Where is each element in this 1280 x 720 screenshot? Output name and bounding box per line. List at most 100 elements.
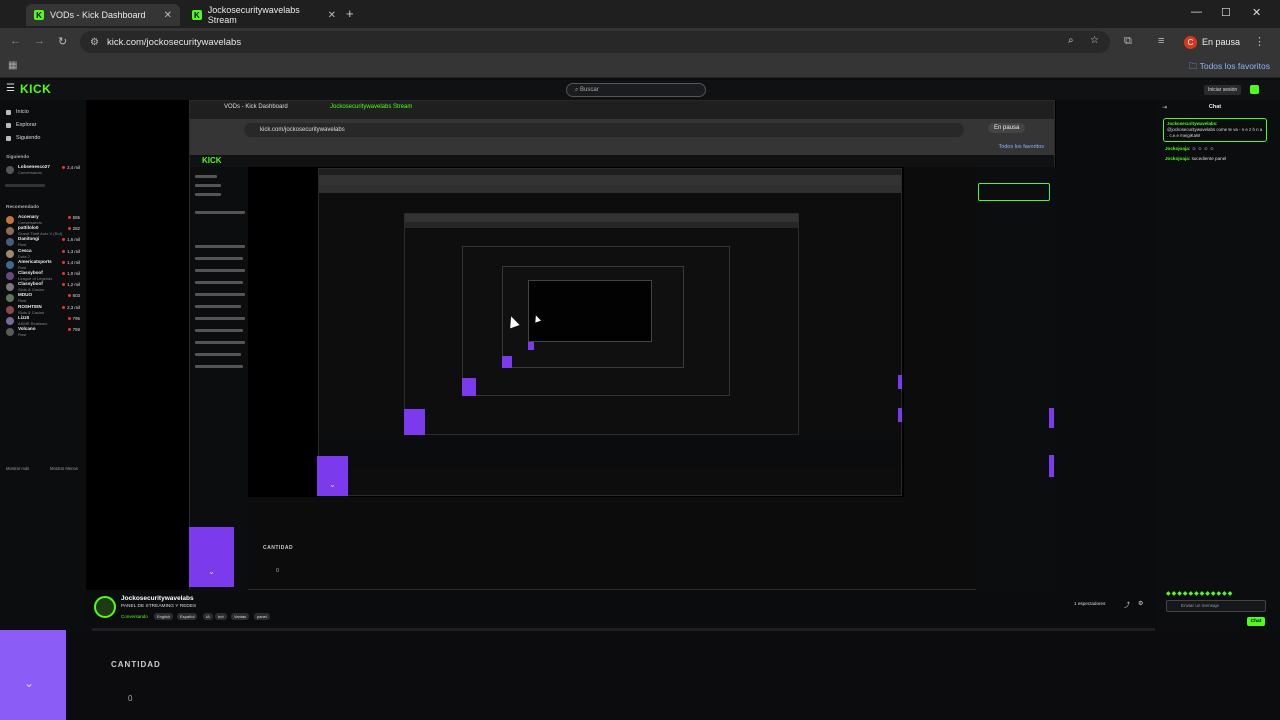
compass-icon <box>6 122 11 128</box>
nested-cantidad-label: CANTIDAD <box>263 545 294 551</box>
share-icon[interactable]: ⤴ <box>1124 600 1130 609</box>
mirrored-line <box>195 184 221 187</box>
chat-input[interactable]: Enviar un mensaje <box>1166 600 1266 612</box>
channel-name: Accenary <box>18 214 39 219</box>
tag-english[interactable]: English <box>154 613 174 620</box>
channel-item[interactable]: Americatsports Rust 1,4 mil <box>6 259 82 271</box>
reload-icon[interactable]: ↻ <box>58 35 67 48</box>
mirrored-tab-bar: VODs - Kick Dashboard Jockosecuritywavel… <box>190 101 1054 119</box>
chat-username[interactable]: Jockosecuritywavelabs: <box>1167 121 1218 126</box>
mirrored-line <box>195 293 245 296</box>
site-settings-icon[interactable]: ⚙ <box>90 37 99 48</box>
chat-send-button[interactable]: Chat <box>1247 617 1265 626</box>
forward-icon[interactable]: → <box>34 35 45 47</box>
apps-grid-icon[interactable]: ▦ <box>8 60 17 71</box>
nested-collapse-panel: ⌄ <box>317 456 348 496</box>
all-bookmarks-link[interactable]: 🗀 Todos los favoritos <box>1189 61 1270 75</box>
show-more-link[interactable]: Mostrar más <box>6 466 29 471</box>
mirrored-line <box>195 341 245 344</box>
mirrored-chat <box>976 167 1056 591</box>
search-input[interactable]: ⌕ Buscar <box>566 83 706 97</box>
show-less-link[interactable]: Mostrar Menos <box>50 466 78 471</box>
channel-item[interactable]: Volcano Rust 759 <box>6 326 82 338</box>
minimize-icon[interactable]: — <box>1191 6 1202 18</box>
channel-item[interactable]: Classyboof League of Legends 1,0 mil <box>6 270 82 282</box>
channel-viewers: 2,4 mil <box>62 165 80 170</box>
tab-label: Jockosecuritywavelabs Stream <box>207 5 300 25</box>
edge-purple-marker <box>898 408 902 422</box>
profile-button[interactable]: C En pausa <box>1180 32 1248 52</box>
zoom-icon[interactable]: ⌕ <box>1068 35 1074 46</box>
sidebar-item-explorar[interactable]: Explorar <box>6 122 36 128</box>
tag-vantas[interactable]: Vantas <box>231 613 250 620</box>
mirrored-pinned-message <box>978 183 1050 201</box>
nested-bar <box>319 185 901 193</box>
pinned-chat-message: Jockosecuritywavelabs: @jockosecuritywav… <box>1163 118 1267 142</box>
sidebar-item-inicio[interactable]: Inicio <box>6 109 29 115</box>
collapse-panel-button[interactable]: ⌄ <box>189 527 234 587</box>
back-icon[interactable]: ← <box>10 35 21 47</box>
kick-logo[interactable]: KICK <box>20 82 51 96</box>
chat-message: Jockojoaja: ☺ ☺ ☺ ☺ <box>1165 146 1214 151</box>
streamer-name[interactable]: Jockosecuritywavelabs <box>121 595 194 602</box>
sidebar-item-siguiendo[interactable]: Siguiendo <box>6 135 40 141</box>
close-tab-icon[interactable]: ✕ <box>328 10 336 21</box>
close-tab-icon[interactable]: ✕ <box>164 10 172 21</box>
bookmark-star-icon[interactable]: ☆ <box>1090 35 1099 46</box>
nested-cantidad-value: 0 <box>276 568 280 574</box>
channel-item[interactable]: Classyboof Slots & Casino 1,2 mil <box>6 281 82 293</box>
nav-label: Inicio <box>16 109 29 115</box>
chat-username[interactable]: Jockojoaja: <box>1165 156 1190 161</box>
tab-vods-dashboard[interactable]: K VODs - Kick Dashboard ✕ <box>26 4 180 26</box>
signup-button[interactable] <box>1250 85 1259 94</box>
channel-item[interactable]: Lobsenesco27 Conversando 2,4 mil <box>6 164 82 176</box>
channel-name: Cesca <box>18 247 32 253</box>
stream-category[interactable]: Conversando <box>121 614 148 619</box>
channel-name: Danitongi <box>18 236 40 242</box>
avatar <box>6 260 14 269</box>
mirrored-line <box>195 175 217 178</box>
mirrored-line <box>195 329 243 332</box>
login-button[interactable]: Iniciar sesión <box>1204 85 1242 95</box>
chat-username[interactable]: Jockojoaja: <box>1165 146 1190 151</box>
tag-bot[interactable]: bot <box>215 613 227 620</box>
channel-item[interactable]: Lizz0 ASMR Realismo 795 <box>6 315 82 327</box>
channel-viewers: 555 <box>68 215 80 220</box>
channel-item[interactable]: pattilolo0 Grand Theft Auto V (Rol) 282 <box>6 225 82 237</box>
streamer-avatar[interactable] <box>94 596 116 618</box>
channel-viewers: 282 <box>68 226 80 231</box>
channel-item[interactable]: Accenary Conversando 555 <box>6 214 82 226</box>
tag-ia[interactable]: IA <box>203 613 213 620</box>
settings-icon[interactable]: ⚙ <box>1138 600 1143 607</box>
avatar <box>6 294 14 303</box>
mirrored-line <box>195 365 243 368</box>
mirrored-line <box>195 245 245 248</box>
channel-item[interactable]: Cesca Dota 2 1,3 mil <box>6 248 82 260</box>
chat-panel <box>1158 100 1280 630</box>
close-window-icon[interactable]: ✕ <box>1252 6 1261 19</box>
hamburger-icon[interactable]: ☰ <box>6 83 15 94</box>
channel-item[interactable]: ROSHTEIN Slots & Casino 2,3 mil <box>6 304 82 316</box>
chat-text: @jockosecuritywavelabs come te va - n e … <box>1167 127 1263 138</box>
media-icon[interactable]: ≡ <box>1158 35 1164 47</box>
avatar <box>6 238 14 247</box>
avatar <box>6 227 14 236</box>
extensions-icon[interactable]: ⧉ <box>1124 35 1132 48</box>
home-icon <box>6 109 11 115</box>
recommended-title: Recomendado <box>6 205 40 210</box>
new-tab-icon[interactable]: + <box>346 6 354 21</box>
tag-espanol[interactable]: Español <box>177 613 198 620</box>
channel-viewers: 2,3 mil <box>62 305 80 310</box>
tag-panel[interactable]: panel <box>254 613 270 620</box>
channel-item[interactable]: MDUO Rust 603 <box>6 292 82 304</box>
url-field[interactable]: ⚙ kick.com/jockosecuritywavelabs ⌕ ☆ <box>80 31 1110 53</box>
channel-item[interactable]: Danitongi Rust 1,6 mil <box>6 236 82 248</box>
mirrored-tab-1: VODs - Kick Dashboard <box>224 104 288 110</box>
kebab-menu-icon[interactable]: ⋮ <box>1254 35 1265 48</box>
maximize-icon[interactable]: ☐ <box>1221 6 1231 19</box>
edge-purple-marker <box>1049 408 1054 428</box>
panel-toggle-button[interactable]: ⌄ <box>0 630 66 720</box>
nested-bar <box>405 214 798 222</box>
tab-stream[interactable]: K Jockosecuritywavelabs Stream ✕ <box>184 4 344 26</box>
emote-bar[interactable]: ◆◆◆◆◆◆◆◆◆◆◆◆ <box>1166 590 1233 597</box>
